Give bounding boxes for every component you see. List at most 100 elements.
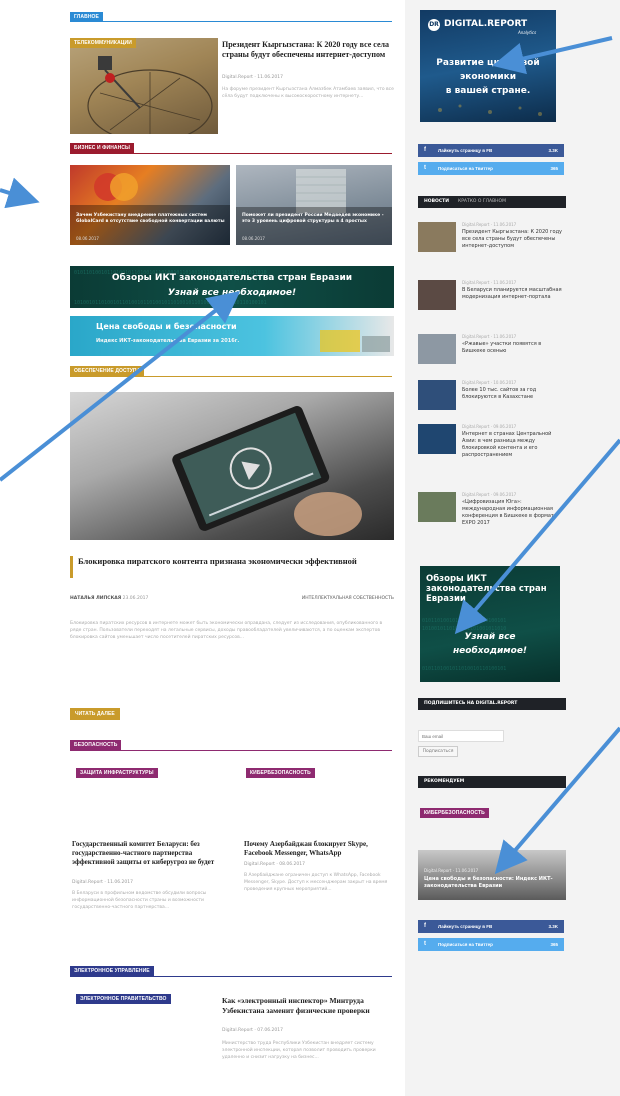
subscribe-email-input[interactable] <box>418 730 504 742</box>
banner-line2: Узнай все необходимое! <box>167 288 297 298</box>
banner-line1: Обзоры ИКТ законодательства стран Еврази… <box>111 273 353 283</box>
svg-text:0101101001011010010110100101: 0101101001011010010110100101 <box>422 618 506 624</box>
twitter-icon: t <box>424 941 426 947</box>
cyber-title-1[interactable]: Государственный комитет Беларуси: без го… <box>72 840 230 867</box>
building-image <box>236 169 392 245</box>
egov-excerpt: Министерство труда Республики Узбекистан… <box>222 1041 376 1060</box>
recommended-header: РЕКОМЕНДУЕМ <box>418 776 566 788</box>
ad-line2: экономики <box>459 72 517 82</box>
biz-card-title: Зачем Узбекистану внедрение платежных си… <box>76 213 225 224</box>
lead-photo[interactable] <box>70 38 218 134</box>
facebook-icon: f <box>424 147 426 153</box>
subscribe-header: ПОДПИШИТЕСЬ НА DIGITAL.REPORT <box>418 698 566 710</box>
svg-text:101001011010010110100101101001: 1010010110100101101001011010010110100101… <box>74 300 267 306</box>
news-title[interactable]: Интернет в странах Центральной Азии: в ч… <box>462 431 566 459</box>
lead-meta: Digital.Report · 11.06.2017 <box>222 75 283 80</box>
twitter-follow-label: Подписаться на Твиттер <box>438 942 493 947</box>
section-tag-business[interactable]: БИЗНЕС И ФИНАНСЫ <box>70 143 135 153</box>
ad-brand-sub: Analytics <box>518 30 537 35</box>
read-more-button[interactable]: ЧИТАТЬ ДАЛЕЕ <box>70 708 120 720</box>
feature-accent-bar <box>70 556 73 578</box>
cyber-tag-1[interactable]: ЗАЩИТА ИНФРАСТРУКТУРЫ <box>76 768 158 778</box>
twitter-follow-label: Подписаться на Твиттер <box>438 166 493 171</box>
sidebar-news-item[interactable]: Digital.Report · 11.06.2017 Президент Кы… <box>418 222 568 266</box>
section-divider <box>70 976 392 977</box>
dr-logo-icon: DR <box>428 19 440 31</box>
twitter-icon: t <box>424 165 426 171</box>
cyber-title-2[interactable]: Почему Азербайджан блокирует Skype, Face… <box>244 840 394 858</box>
news-thumb <box>418 380 456 410</box>
recommended-tag[interactable]: КИБЕРБЕЗОПАСНОСТЬ <box>420 808 489 818</box>
twitter-follow-count: 365 <box>550 942 558 947</box>
twitter-follow-button[interactable]: t Подписаться на Твиттер 365 <box>418 938 564 951</box>
sidebar-news-item[interactable]: Digital.Report · 09.06.2017 «Цифровизаци… <box>418 492 568 548</box>
feature-photo[interactable] <box>70 392 394 540</box>
news-thumb <box>418 334 456 364</box>
cyber-excerpt-2: В Азербайджане ограничен доступ к WhatsA… <box>244 873 388 892</box>
cyber-meta-1: Digital.Report · 11.06.2017 <box>72 880 133 885</box>
news-thumb <box>418 280 456 310</box>
biz-card-date: 08.06.2017 <box>242 236 265 241</box>
mastercard-image <box>70 173 230 245</box>
banner-ikt-review[interactable]: 0101101001011010010110100101101001011010… <box>70 266 394 308</box>
news-meta: Digital.Report · 09.06.2017 <box>462 424 517 429</box>
news-meta: Digital.Report · 11.06.2017 <box>462 334 517 339</box>
sidebar-ad-line1: Обзоры ИКТ законодательства стран Еврази… <box>426 574 547 604</box>
section-divider <box>70 750 392 751</box>
sidebar-ad-line2: Узнай все <box>464 632 516 642</box>
digital-report-ad[interactable]: DR DIGITAL.REPORT Analytics Развитие циф… <box>420 10 556 122</box>
cyber-tag-2[interactable]: КИБЕРБЕЗОПАСНОСТЬ <box>246 768 315 778</box>
feature-category[interactable]: ИНТЕЛЛЕКТУАЛЬНАЯ СОБСТВЕННОСТЬ <box>302 596 394 601</box>
page: ГЛАВНОЕ ТЕЛЕКОММУНИКАЦИИ Президент Кыргы… <box>0 0 620 1096</box>
tab-brief[interactable]: КРАТКО О ГЛАВНОМ <box>458 199 506 204</box>
sidebar-news-item[interactable]: Digital.Report · 10.06.2017 Более 10 тыс… <box>418 380 568 424</box>
twitter-follow-count: 365 <box>550 166 558 171</box>
egov-title[interactable]: Как «электронный инспектор» Минтруда Узб… <box>222 996 392 1015</box>
cyber-excerpt-1: В Беларуси в профильном ведомстве обсуди… <box>72 891 207 910</box>
banner-freedom-price[interactable]: Цена свободы и безопасности Индекс ИКТ-з… <box>70 316 394 356</box>
section-tag-security[interactable]: БЕЗОПАСНОСТЬ <box>70 740 122 750</box>
ikt-review-sidebar-ad[interactable]: 0101101001011010010110100101 10100101101… <box>420 566 560 682</box>
ad-brand: DIGITAL.REPORT <box>444 19 528 29</box>
news-meta: Digital.Report · 11.06.2017 <box>462 280 517 285</box>
section-tag-egov[interactable]: ЭЛЕКТРОННОЕ УПРАВЛЕНИЕ <box>70 966 154 976</box>
biz-card-date: 08.06.2017 <box>76 236 99 241</box>
facebook-like-button[interactable]: f Лайкнуть страницу в FB 3.3K <box>418 144 564 157</box>
facebook-icon: f <box>424 923 426 929</box>
biz-card-1[interactable]: Зачем Узбекистану внедрение платежных си… <box>70 165 230 245</box>
section-tag-access[interactable]: ОБЕСПЕЧЕНИЕ ДОСТУПА <box>70 366 145 376</box>
ad-line1: Развитие цифровой <box>436 58 540 68</box>
lead-title[interactable]: Президент Кыргызстана: К 2020 году все с… <box>222 40 394 60</box>
sidebar-news-item[interactable]: Digital.Report · 09.06.2017 Интернет в с… <box>418 424 568 480</box>
banner-line1: Цена свободы и безопасности <box>96 322 237 331</box>
phone-video-image <box>172 406 362 536</box>
recommended-title: Цена свободы и безопасности: Индекс ИКТ-… <box>424 876 553 889</box>
twitter-follow-button[interactable]: t Подписаться на Твиттер 365 <box>418 162 564 175</box>
news-meta: Digital.Report · 09.06.2017 <box>462 492 517 497</box>
lead-category-tag[interactable]: ТЕЛЕКОММУНИКАЦИИ <box>70 38 136 48</box>
news-title[interactable]: «Цифровизация Юга»: международная информ… <box>462 499 566 527</box>
news-title[interactable]: «Ржавые» участки появятся в Бишкеке осен… <box>462 341 566 355</box>
news-title[interactable]: Более 10 тыс. сайтов за год блокируются … <box>462 387 566 401</box>
egov-tag[interactable]: ЭЛЕКТРОННОЕ ПРАВИТЕЛЬСТВО <box>76 994 171 1004</box>
recommended-card[interactable]: Digital.Report · 11.06.2017 Цена свободы… <box>418 850 566 900</box>
facebook-like-label: Лайкнуть страницу в FB <box>438 924 493 929</box>
feature-title[interactable]: Блокировка пиратского контента признана … <box>78 556 390 566</box>
sidebar-ad-line3: необходимое! <box>452 646 528 656</box>
news-thumb <box>418 424 456 454</box>
section-divider <box>70 21 392 22</box>
biz-card-title: Поможет ли президент России Медведев эко… <box>242 213 384 224</box>
news-title[interactable]: В Беларуси планируется масштабная модерн… <box>462 287 566 301</box>
sidebar-news-item[interactable]: Digital.Report · 11.06.2017 В Беларуси п… <box>418 280 568 324</box>
lead-excerpt: На форуме президент Кыргызстана Алмазбек… <box>222 87 394 99</box>
tab-news[interactable]: НОВОСТИ <box>424 199 449 204</box>
egov-meta: Digital.Report · 07.06.2017 <box>222 1028 283 1033</box>
subscribe-button[interactable]: Подписаться <box>418 746 458 757</box>
feature-excerpt: Блокировка пиратских ресурсов в интернет… <box>70 621 383 640</box>
facebook-like-button[interactable]: f Лайкнуть страницу в FB 3.3K <box>418 920 564 933</box>
biz-card-2[interactable]: Поможет ли президент России Медведев эко… <box>236 165 392 245</box>
sidebar-news-item[interactable]: Digital.Report · 11.06.2017 «Ржавые» уча… <box>418 334 568 378</box>
satellite-dish-image <box>87 56 213 134</box>
news-title[interactable]: Президент Кыргызстана: К 2020 году все с… <box>462 229 566 250</box>
subscribe-header-label: ПОДПИШИТЕСЬ НА DIGITAL.REPORT <box>424 701 518 706</box>
